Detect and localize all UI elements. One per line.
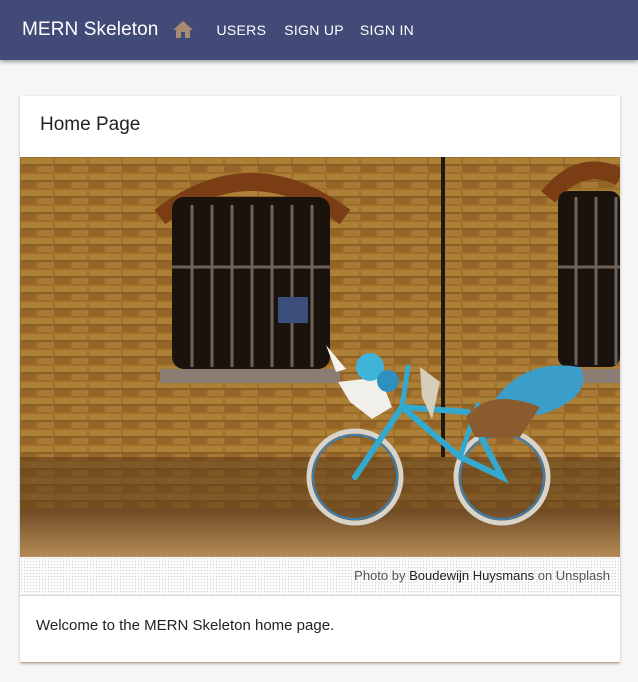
nav-signin-button[interactable]: SIGN IN [360, 22, 414, 38]
photo-caption: Photo by Boudewijn Huysmans on Unsplash [20, 557, 620, 596]
unsplash-link[interactable]: Unsplash [556, 568, 610, 583]
app-title: MERN Skeleton [22, 19, 159, 40]
home-button[interactable] [172, 19, 194, 41]
bicycle-photo-image [20, 157, 620, 557]
nav-signup-button[interactable]: SIGN UP [284, 22, 344, 38]
app-bar: MERN Skeleton USERS SIGN UP SIGN IN [0, 0, 638, 60]
welcome-text: Welcome to the MERN Skeleton home page. [36, 617, 335, 634]
caption-middle: on [534, 568, 556, 583]
home-icon [173, 21, 194, 38]
hero-photo [20, 157, 620, 557]
nav-users-button[interactable]: USERS [216, 22, 266, 38]
home-card: Home Page Photo by Boudewijn Huysmans on… [20, 96, 620, 663]
page-title: Home Page [40, 114, 141, 135]
caption-prefix: Photo by [354, 568, 410, 583]
photo-author-link[interactable]: Boudewijn Huysmans [409, 568, 534, 583]
